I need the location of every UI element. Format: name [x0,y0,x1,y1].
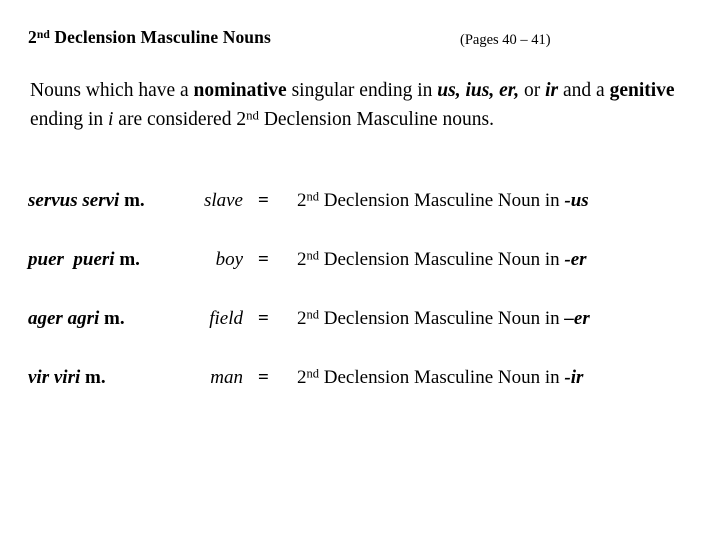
noun-example-row: ager agri m. field = 2nd Declension Masc… [0,306,720,365]
declension-description: 2nd Declension Masculine Noun in -ir [297,365,583,391]
endings-list-part-2: ir [545,80,559,101]
noun-examples-list: servus servi m. slave = 2nd Declension M… [0,188,720,424]
page-title: 2nd Declension Masculine Nouns [28,26,271,48]
declension-number: 2 [297,308,307,329]
term-genitive: genitive [609,80,675,101]
equals-sign: = [258,367,269,388]
declension-ordinal-suffix: nd [306,248,320,263]
english-gloss: boy [215,249,243,270]
intro-ordinal-suffix: nd [246,108,259,123]
equals-sign: = [258,249,269,270]
endings-list-part-1: us, ius, er, [437,80,520,101]
latin-principal-parts: vir viri [28,367,81,388]
declension-description: 2nd Declension Masculine Noun in –er [297,306,590,332]
declension-ordinal-suffix: nd [306,366,320,381]
page-title-number: 2 [28,27,37,47]
latin-principal-parts: puer pueri [28,249,115,270]
declension-text: Declension Masculine Noun in [319,308,565,329]
intro-paragraph: Nouns which have a nominative singular e… [30,77,694,134]
declension-text: Declension Masculine Noun in [319,249,565,270]
latin-lemma: vir viri m. [28,365,106,391]
slide-canvas: 2nd Declension Masculine Nouns (Pages 40… [0,0,720,540]
english-gloss: field [209,308,243,329]
declension-number: 2 [297,367,307,388]
declension-text: Declension Masculine Noun in [319,190,565,211]
intro-segment-11: are considered 2 [113,108,247,130]
noun-ending: -er [564,249,587,270]
noun-example-row: vir viri m. man = 2nd Declension Masculi… [0,365,720,424]
intro-segment-5: or [519,80,546,101]
intro-segment-3: singular ending in [286,80,438,101]
declension-description: 2nd Declension Masculine Noun in -er [297,247,587,273]
noun-ending: –er [564,308,590,329]
term-nominative: nominative [193,80,287,101]
noun-example-row: puer pueri m. boy = 2nd Declension Mascu… [0,247,720,306]
latin-principal-parts: servus servi [28,190,120,211]
declension-text: Declension Masculine Noun in [319,367,565,388]
page-title-ordinal-suffix: nd [36,29,50,42]
noun-ending: -us [564,190,589,211]
declension-description: 2nd Declension Masculine Noun in -us [297,188,589,214]
page-title-text: Declension Masculine Nouns [49,27,271,47]
declension-number: 2 [297,249,307,270]
english-gloss: man [210,367,243,388]
gender-abbreviation: m. [80,367,106,388]
declension-number: 2 [297,190,307,211]
noun-example-row: servus servi m. slave = 2nd Declension M… [0,188,720,247]
declension-ordinal-suffix: nd [306,189,320,204]
intro-segment-13: Declension Masculine nouns. [258,108,494,130]
page-reference: (Pages 40 – 41) [460,32,551,48]
intro-segment-9: ending in [30,108,108,130]
intro-segment-7: and a [558,80,610,101]
equals-sign: = [258,190,269,211]
english-gloss: slave [203,190,243,211]
declension-ordinal-suffix: nd [306,307,320,322]
noun-ending: -ir [564,367,584,388]
intro-segment-1: Nouns which have a [30,80,194,101]
latin-principal-parts: ager agri [28,308,100,329]
equals-sign: = [258,308,269,329]
slide-header: 2nd Declension Masculine Nouns (Pages 40… [28,26,692,52]
